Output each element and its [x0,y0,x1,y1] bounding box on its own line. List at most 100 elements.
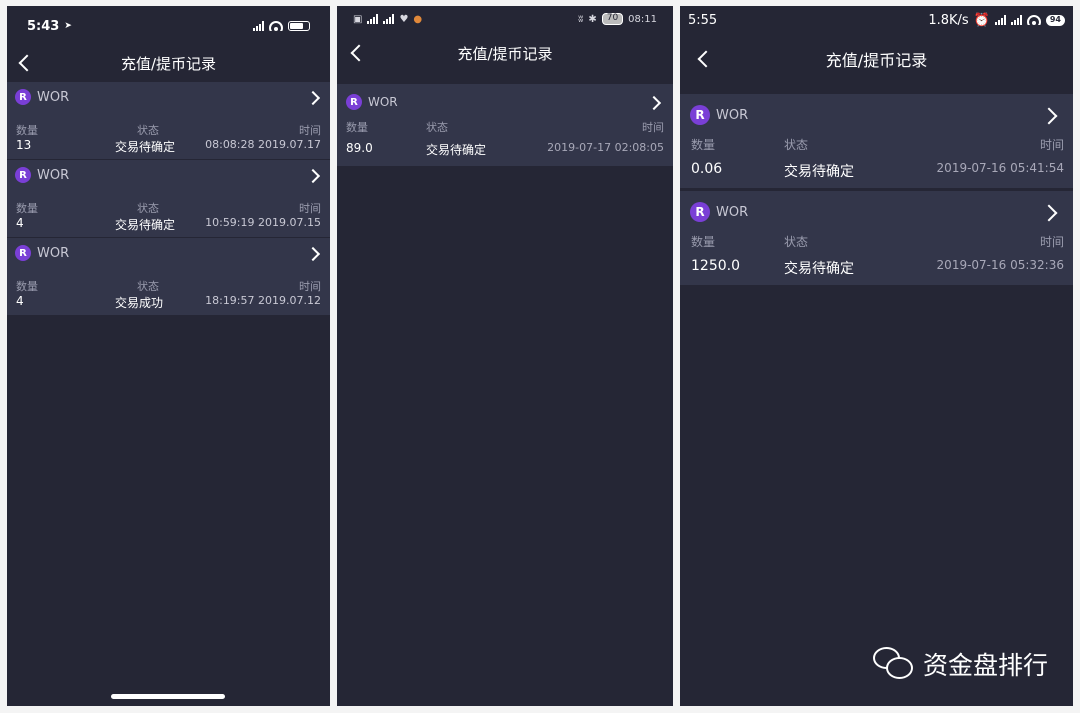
record-card[interactable]: R WOR 数量 状态 时间 4 交易待确定 10:59:19 2019.07.… [7,160,330,237]
coin-name: WOR [37,167,70,183]
state-value: 交易待确定 [784,164,854,180]
coin-label: R WOR [15,245,69,261]
time-value: 2019-07-16 05:32:36 [936,258,1064,272]
battery-icon: 70 [601,13,624,25]
bluetooth-icon: ✱ [588,13,597,25]
back-arrow-icon[interactable] [697,50,715,68]
alarm-icon: ⏰ [973,12,990,28]
location-icon: ➤ [64,21,72,31]
coin-label: R WOR [690,105,748,125]
battery-icon: 94 [1045,14,1065,26]
qty-label: 数量 [691,235,716,249]
record-card[interactable]: R WOR 数量 状态 时间 1250.0 交易待确定 2019-07-16 0… [680,191,1073,285]
page-title: 充值/提币记录 [457,44,553,63]
qty-label: 数量 [346,121,368,134]
wifi-icon [1026,15,1041,25]
qty-value: 4 [16,294,24,308]
time-value: 2019-07-17 02:08:05 [547,141,664,154]
back-arrow-icon[interactable] [18,54,36,72]
coin-label: R WOR [690,202,748,222]
state-label: 状态 [784,235,809,249]
time-value: 10:59:19 2019.07.15 [205,216,321,229]
state-label: 状态 [137,280,159,293]
record-card[interactable]: R WOR 数量 状态 时间 0.06 交易待确定 2019-07-16 05:… [680,94,1073,188]
qty-label: 数量 [691,138,716,152]
status-bar: 5:43 ➤ [7,6,330,46]
record-list: R WOR 数量 状态 时间 0.06 交易待确定 2019-07-16 05:… [680,94,1073,288]
coin-name: WOR [716,204,749,220]
state-value: 交易待确定 [115,140,176,154]
nav-bar: 充值/提币记录 [7,46,330,80]
qty-label: 数量 [16,280,38,293]
vibrate-icon: ʬ [578,13,584,25]
coin-name: WOR [37,89,70,105]
state-label: 状态 [426,121,448,134]
time-value: 08:08:28 2019.07.17 [205,138,321,151]
time-label: 时间 [1039,235,1064,249]
screen-2: ▣ ♥ ● ʬ ✱ 70 08:11 充值/提币记录 R WOR 数量 状态 时… [337,6,673,706]
state-label: 状态 [784,138,809,152]
home-indicator[interactable] [111,694,225,699]
network-speed: 1.8K/s [928,12,969,28]
signal-icon [383,14,395,24]
page-title: 充值/提币记录 [120,54,217,73]
wifi-icon [269,21,283,31]
qty-value: 4 [16,216,24,230]
record-card[interactable]: R WOR 数量 状态 时间 4 交易成功 18:19:57 2019.07.1… [7,238,330,315]
status-time: 5:55 [688,12,718,28]
nav-bar: 充值/提币记录 [337,36,673,70]
time-label: 时间 [1039,138,1064,152]
sim-icon: ▣ [353,13,363,25]
record-list: R WOR 数量 状态 时间 89.0 交易待确定 2019-07-17 02:… [337,84,673,166]
record-card[interactable]: R WOR 数量 状态 时间 13 交易待确定 08:08:28 2019.07… [7,82,330,159]
app-notification-icon: ● [413,13,423,25]
coin-name: WOR [368,95,398,109]
signal-icon [994,15,1006,25]
chevron-right-icon[interactable] [646,95,662,111]
coin-name: WOR [37,245,70,261]
qty-label: 数量 [16,124,38,137]
qty-value: 0.06 [691,161,723,177]
screen-1: 5:43 ➤ 充值/提币记录 R WOR 数量 状态 时间 13 交易待确定 0… [7,6,330,706]
chevron-right-icon[interactable] [305,168,321,184]
chevron-right-icon[interactable] [305,246,321,262]
wor-logo-icon: R [690,105,710,125]
record-list: R WOR 数量 状态 时间 13 交易待确定 08:08:28 2019.07… [7,82,330,316]
qty-value: 13 [16,138,32,152]
watermark: 资金盘排行 [872,646,1048,682]
status-bar: ▣ ♥ ● ʬ ✱ 70 08:11 [337,6,673,32]
watermark-text: 资金盘排行 [922,651,1048,680]
qty-value: 89.0 [346,141,373,155]
state-value: 交易待确定 [115,218,176,232]
back-arrow-icon[interactable] [350,44,368,62]
wechat-icon [872,647,915,681]
coin-label: R WOR [15,89,69,105]
wor-logo-icon: R [690,202,710,222]
chevron-right-icon[interactable] [1040,204,1058,222]
signal-icon [1010,15,1022,25]
wor-logo-icon: R [15,245,31,261]
wor-logo-icon: R [346,94,362,110]
battery-icon [288,21,310,31]
chevron-right-icon[interactable] [1040,107,1058,125]
chevron-right-icon[interactable] [305,90,321,106]
time-label: 时间 [299,280,321,293]
time-value: 18:19:57 2019.07.12 [205,294,321,307]
qty-label: 数量 [16,202,38,215]
screen-3: 5:55 1.8K/s ⏰ 94 充值/提币记录 R WOR 数量 状态 时间 … [680,6,1073,706]
coin-label: R WOR [346,94,398,110]
status-bar: 5:55 1.8K/s ⏰ 94 [680,6,1073,34]
coin-label: R WOR [15,167,69,183]
time-label: 时间 [299,202,321,215]
status-time: 08:11 [628,13,657,25]
coin-name: WOR [716,107,749,123]
qty-value: 1250.0 [691,258,740,274]
wor-logo-icon: R [15,167,31,183]
nav-bar: 充值/提币记录 [680,42,1073,76]
page-title: 充值/提币记录 [825,51,928,70]
state-label: 状态 [137,202,159,215]
wor-logo-icon: R [15,89,31,105]
record-card[interactable]: R WOR 数量 状态 时间 89.0 交易待确定 2019-07-17 02:… [337,84,673,166]
signal-icon [253,21,264,31]
time-value: 2019-07-16 05:41:54 [936,161,1064,175]
